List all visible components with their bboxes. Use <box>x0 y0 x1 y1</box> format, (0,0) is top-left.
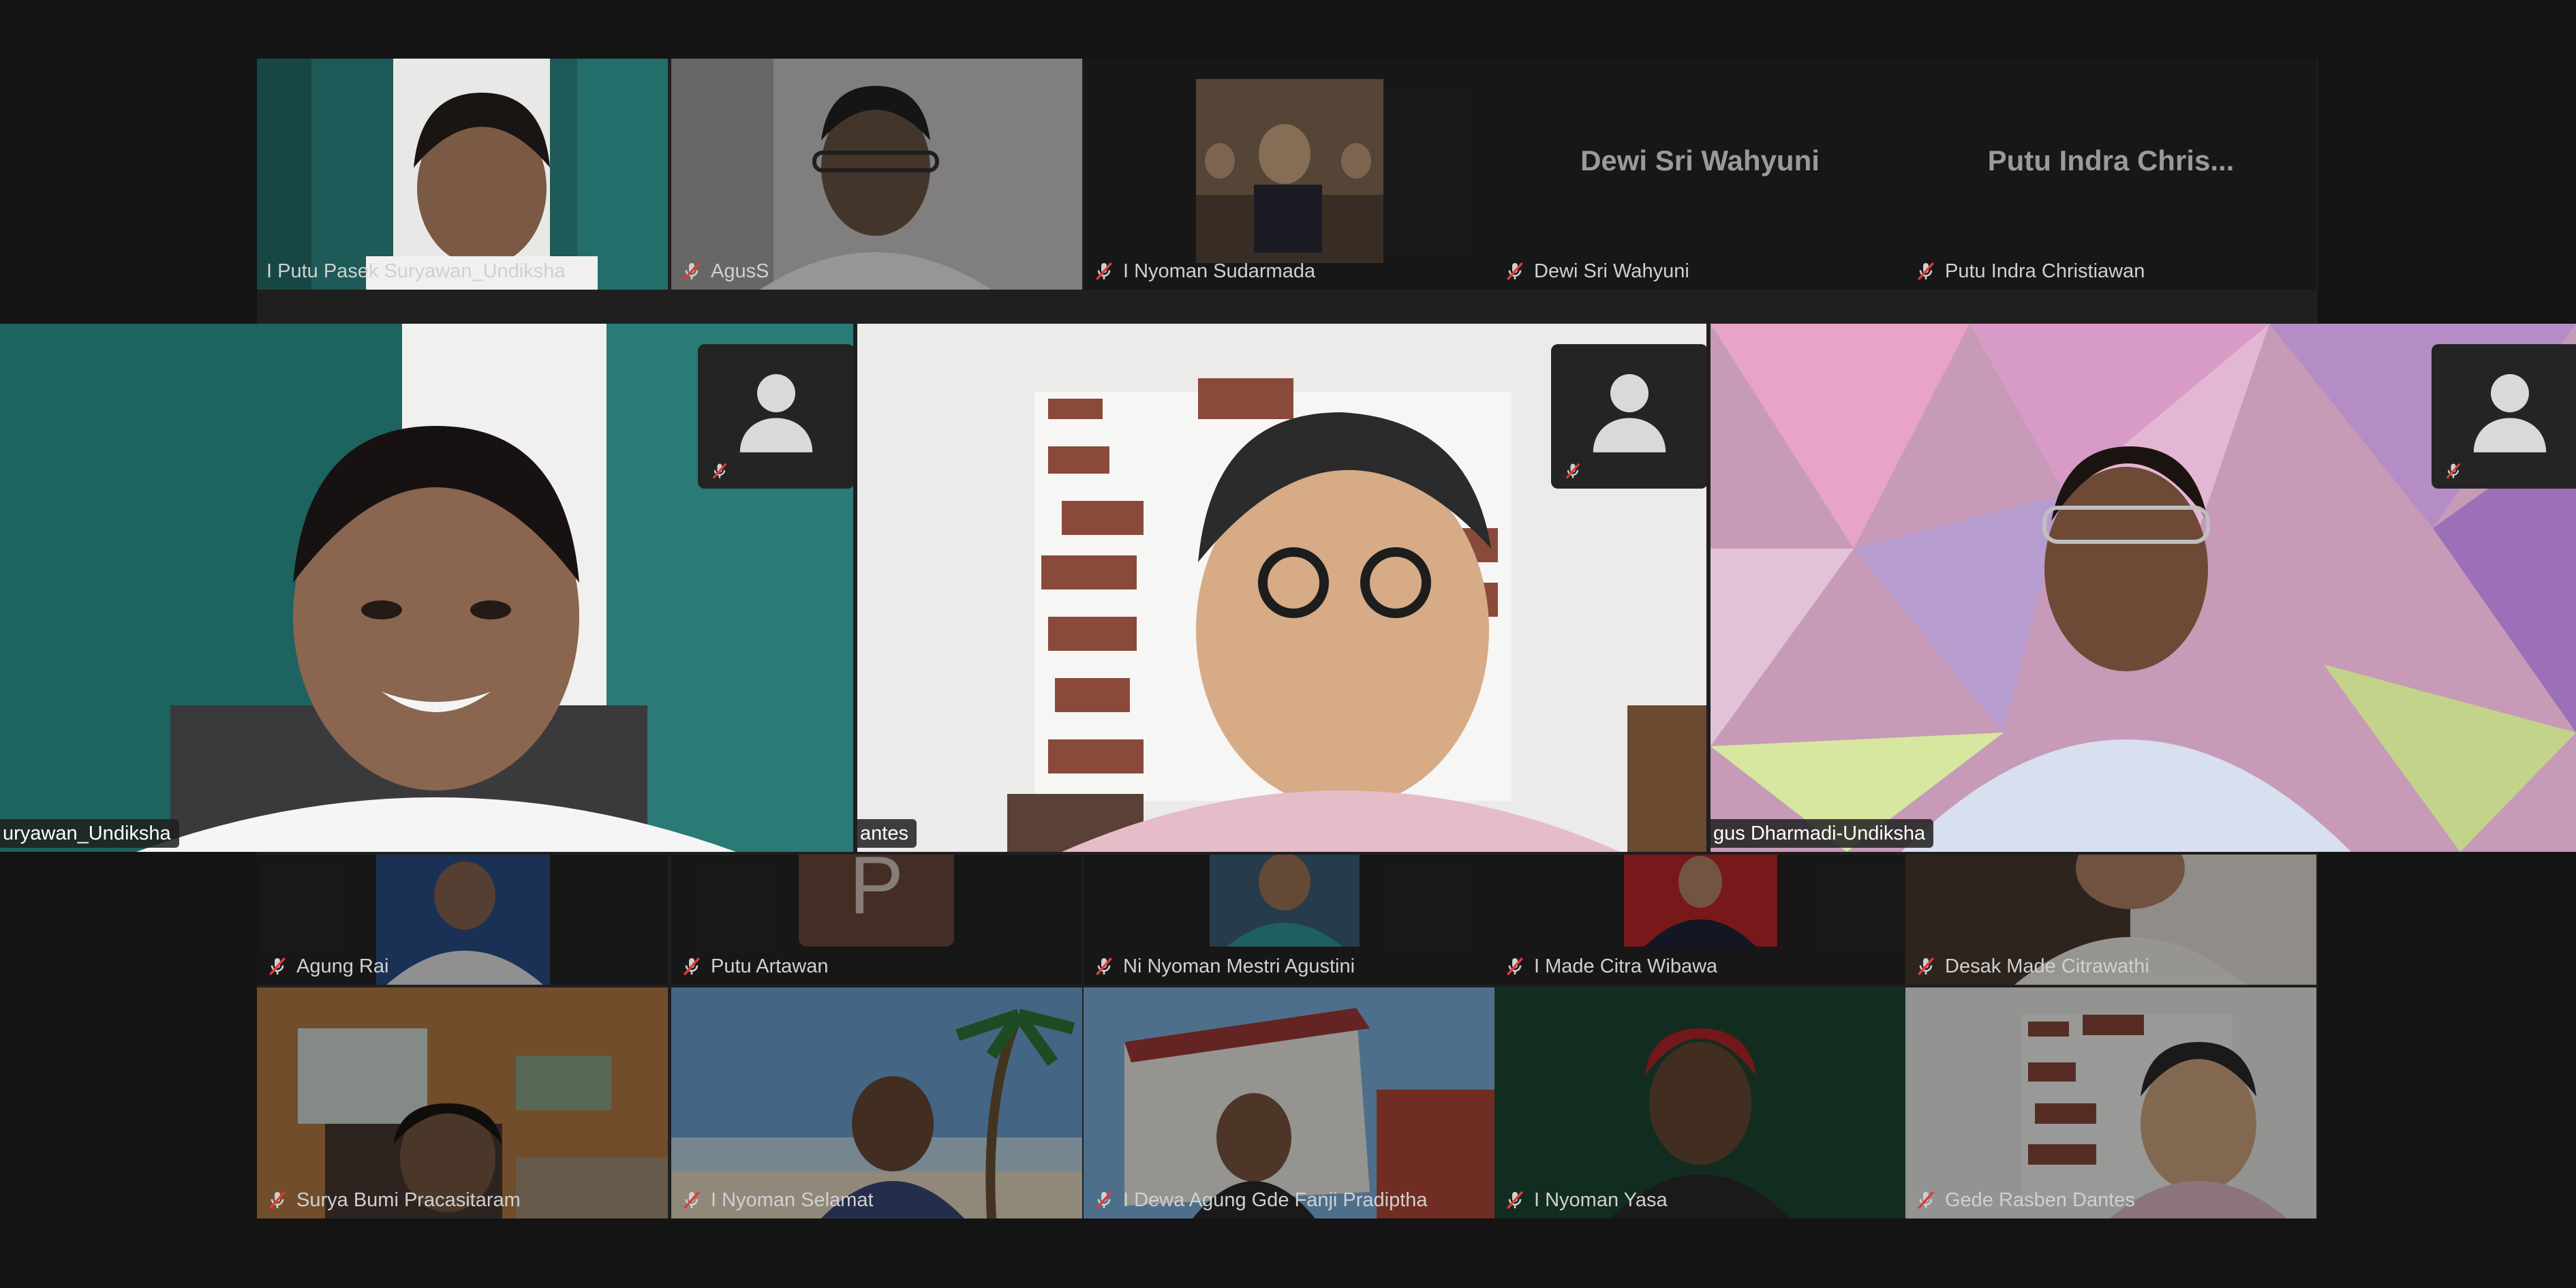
mic-muted-icon <box>1504 1189 1526 1211</box>
participant-tile-pasek[interactable]: I Putu Pasek Suryawan_Undiksha <box>257 59 668 290</box>
spotlight-video-dantes[interactable]: antes <box>857 324 1706 852</box>
video-feed <box>257 987 668 1218</box>
mic-muted-icon <box>1915 260 1937 282</box>
participant-tile-dewi[interactable]: Dewi Sri Wahyuni Dewi Sri Wahyuni <box>1494 59 1905 290</box>
mic-muted-icon <box>681 1189 703 1211</box>
self-view-avatar <box>698 344 853 489</box>
participant-tile-sudarmada[interactable]: I Nyoman Sudarmada <box>1084 59 1494 290</box>
participant-name: Putu Artawan <box>681 952 835 981</box>
participant-tile-rasben[interactable]: Gede Rasben Dantes <box>1905 987 2316 1218</box>
avatar-initial: P <box>799 855 954 947</box>
participant-name: I Putu Pasek Suryawan_Undiksha <box>266 260 566 282</box>
mic-muted-icon <box>710 461 729 480</box>
participant-name: I Nyoman Selamat <box>681 1186 880 1214</box>
participant-name: I Nyoman Sudarmada <box>1093 257 1322 286</box>
mic-muted-icon <box>2444 461 2463 480</box>
participant-tile-mestri[interactable]: Ni Nyoman Mestri Agustini <box>1084 855 1494 985</box>
video-feed <box>1084 59 1494 290</box>
participant-tile-putu-artawan[interactable]: P Putu Artawan <box>671 855 1082 985</box>
participant-name: I Nyoman Yasa <box>1504 1186 1674 1214</box>
video-feed <box>1494 987 1905 1218</box>
mic-muted-icon <box>681 260 703 282</box>
participant-tile-surya-bumi[interactable]: Surya Bumi Pracasitaram <box>257 987 668 1218</box>
participant-tile-citra-wibawa[interactable]: I Made Citra Wibawa <box>1494 855 1905 985</box>
participant-name: AgusS <box>681 257 776 286</box>
participant-tile-aguss[interactable]: AgusS <box>671 59 1082 290</box>
participant-name: Ni Nyoman Mestri Agustini <box>1093 952 1362 981</box>
spotlight-video-dharmadi[interactable]: gus Dharmadi-Undiksha <box>1711 324 2576 852</box>
mic-muted-icon <box>681 955 703 977</box>
mic-muted-icon <box>1504 260 1526 282</box>
participant-tile-putu-indra[interactable]: Putu Indra Chris... Putu Indra Christiaw… <box>1905 59 2316 290</box>
video-feed <box>671 987 1082 1218</box>
spotlight-name: uryawan_Undiksha <box>0 819 179 848</box>
video-feed <box>257 59 668 290</box>
participant-name: I Dewa Agung Gde Fanji Pradiptha <box>1093 1186 1435 1214</box>
self-view-avatar <box>2432 344 2576 489</box>
video-feed <box>1905 987 2316 1218</box>
participant-name: Dewi Sri Wahyuni <box>1504 257 1696 286</box>
participant-name: I Made Citra Wibawa <box>1504 952 1724 981</box>
participant-tile-selamat[interactable]: I Nyoman Selamat <box>671 987 1082 1218</box>
mic-muted-icon <box>266 1189 288 1211</box>
participant-name: Gede Rasben Dantes <box>1915 1186 2142 1214</box>
mic-muted-icon <box>266 955 288 977</box>
participant-tile-yasa[interactable]: I Nyoman Yasa <box>1494 987 1905 1218</box>
participant-tile-citrawathi[interactable]: Desak Made Citrawathi <box>1905 855 2316 985</box>
participant-tile-agung-rai[interactable]: Agung Rai <box>257 855 668 985</box>
participant-display-name: Putu Indra Chris... <box>1987 144 2235 177</box>
mic-muted-icon <box>1915 1189 1937 1211</box>
mic-muted-icon <box>1093 260 1115 282</box>
self-view-avatar <box>1551 344 1706 489</box>
participant-tile-fanji[interactable]: I Dewa Agung Gde Fanji Pradiptha <box>1084 987 1494 1218</box>
spotlight-video-pasek[interactable]: uryawan_Undiksha <box>0 324 853 852</box>
mic-muted-icon <box>1563 461 1582 480</box>
participant-name: Agung Rai <box>266 952 395 981</box>
mic-muted-icon <box>1504 955 1526 977</box>
video-feed <box>671 59 1082 290</box>
spotlight-name: gus Dharmadi-Undiksha <box>1711 819 1934 848</box>
participant-name: Putu Indra Christiawan <box>1915 257 2151 286</box>
spotlight-name: antes <box>857 819 917 848</box>
participant-display-name: Dewi Sri Wahyuni <box>1580 144 1820 177</box>
mic-muted-icon <box>1093 1189 1115 1211</box>
mic-muted-icon <box>1915 955 1937 977</box>
participant-name: Desak Made Citrawathi <box>1915 952 2156 981</box>
participant-name: Surya Bumi Pracasitaram <box>266 1186 527 1214</box>
video-feed <box>1084 987 1494 1218</box>
mic-muted-icon <box>1093 955 1115 977</box>
